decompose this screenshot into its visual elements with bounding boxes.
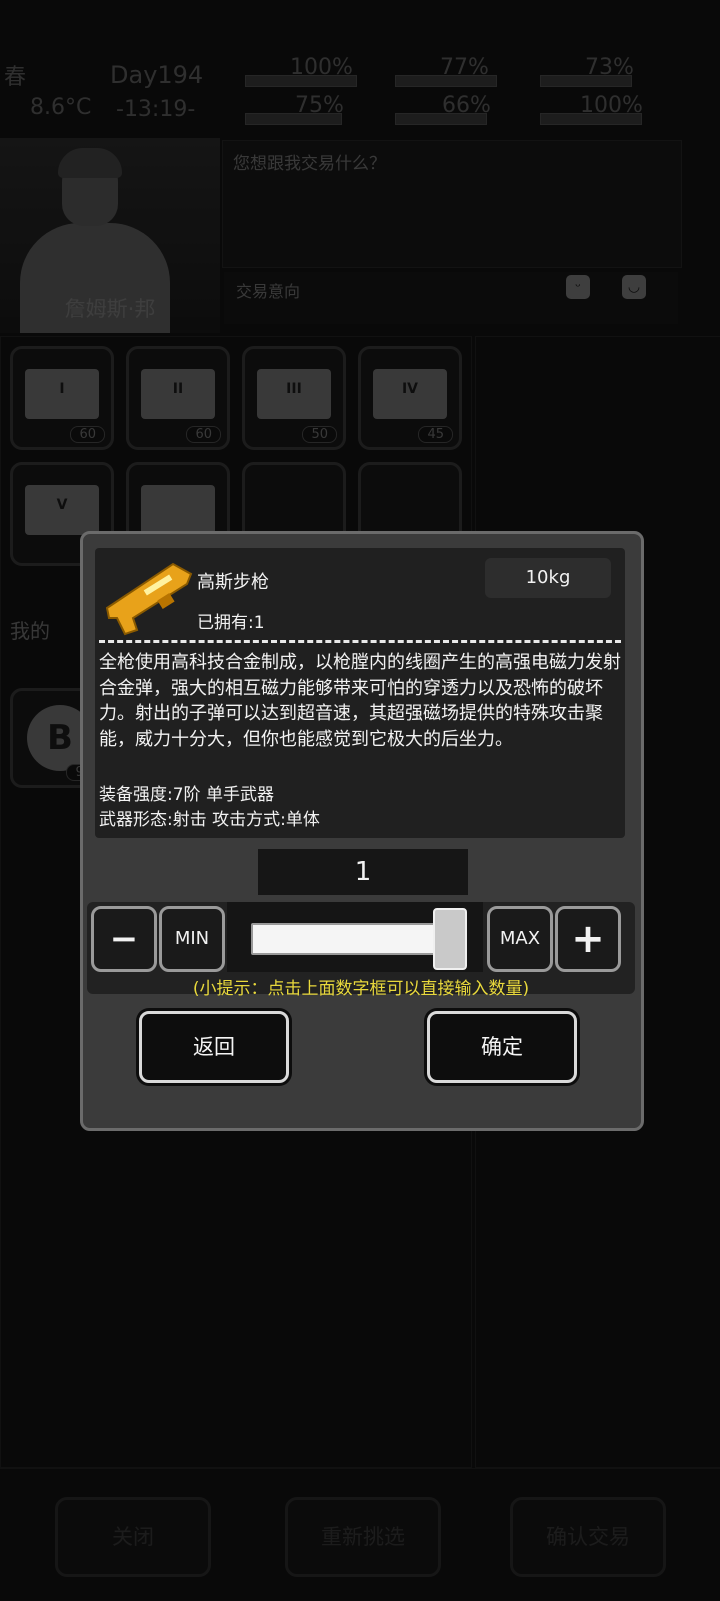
max-button[interactable]: MAX xyxy=(487,906,553,972)
ok-button[interactable]: 确定 xyxy=(427,1011,577,1083)
quantity-slider[interactable] xyxy=(227,902,483,972)
item-weight: 10kg xyxy=(485,558,611,598)
item-detail: 高斯步枪 10kg 已拥有:1 全枪使用高科技合金制成，以枪膛内的线圈产生的高强… xyxy=(95,548,625,838)
quantity-field[interactable]: 1 xyxy=(258,849,468,895)
item-name: 高斯步枪 xyxy=(197,572,269,593)
increase-button[interactable]: + xyxy=(555,906,621,972)
item-detail-modal: 高斯步枪 10kg 已拥有:1 全枪使用高科技合金制成，以枪膛内的线圈产生的高强… xyxy=(80,531,644,1131)
equip-level: 装备强度:7阶 单手武器 xyxy=(99,785,274,805)
item-description: 全枪使用高科技合金制成，以枪膛内的线圈产生的高强电磁力发射合金弹，强大的相互磁力… xyxy=(99,652,621,750)
weapon-form: 武器形态:射击 攻击方式:单体 xyxy=(99,810,320,830)
slider-fill xyxy=(251,923,437,955)
divider xyxy=(99,640,621,643)
owned-count: 已拥有:1 xyxy=(197,613,265,633)
gauss-rifle-icon xyxy=(105,562,193,636)
back-button[interactable]: 返回 xyxy=(139,1011,289,1083)
hint-text: (小提示：点击上面数字框可以直接输入数量) xyxy=(192,979,530,999)
min-button[interactable]: MIN xyxy=(159,906,225,972)
slider-thumb[interactable] xyxy=(433,908,467,970)
decrease-button[interactable]: − xyxy=(91,906,157,972)
quantity-controls: − MIN MAX + (小提示：点击上面数字框可以直接输入数量) xyxy=(87,902,635,999)
